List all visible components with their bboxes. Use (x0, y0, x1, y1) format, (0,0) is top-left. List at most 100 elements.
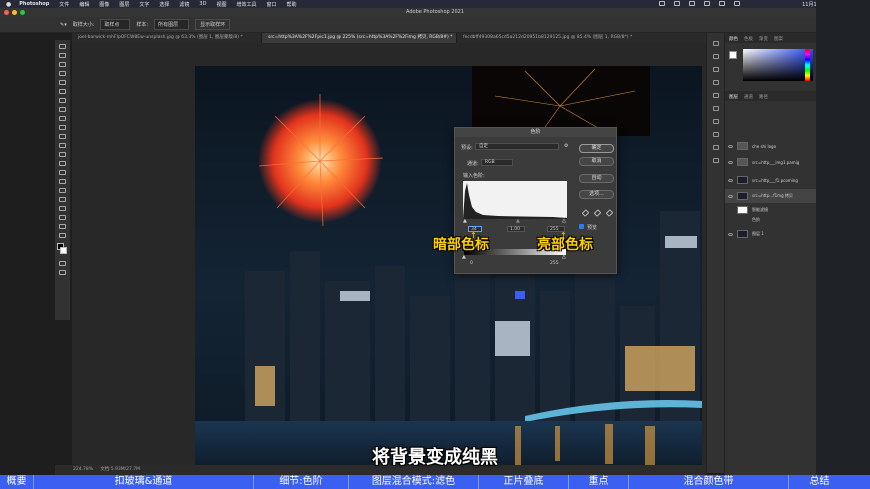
visibility-eye-icon[interactable] (728, 160, 733, 164)
output-black-field[interactable]: 0 (468, 261, 478, 267)
preset-gear-icon[interactable]: ⚙ (564, 143, 568, 149)
quick-mask-icon[interactable] (59, 261, 66, 266)
menu-window[interactable]: 窗口 (266, 1, 276, 8)
menu-layer[interactable]: 图层 (119, 1, 129, 8)
apple-icon[interactable]: ● (6, 1, 11, 8)
marquee-tool-icon[interactable] (59, 53, 66, 58)
layer-row[interactable]: che shi logo (725, 139, 817, 153)
panel-icon[interactable] (712, 41, 719, 46)
pen-tool-icon[interactable] (59, 179, 66, 184)
auto-button[interactable]: 自动 (579, 174, 614, 183)
healing-tool-icon[interactable] (59, 107, 66, 112)
visibility-eye-icon[interactable] (728, 178, 733, 182)
lasso-tool-icon[interactable] (59, 62, 66, 67)
battery-icon[interactable] (704, 1, 710, 6)
tray-icon[interactable] (689, 1, 695, 6)
quick-select-tool-icon[interactable] (59, 71, 66, 76)
gamma-input-slider-icon[interactable]: ▲ (516, 218, 520, 224)
crop-tool-icon[interactable] (59, 80, 66, 85)
output-white-field[interactable]: 255 (548, 261, 566, 267)
white-input-slider-icon[interactable]: △ (562, 218, 566, 224)
options-button[interactable]: 选项... (579, 190, 614, 199)
dodge-tool-icon[interactable] (59, 170, 66, 175)
filter-row[interactable]: 色阶 (725, 213, 817, 227)
tab-gradients[interactable]: 渐变 (759, 36, 768, 42)
tab-color[interactable]: 颜色 (729, 36, 738, 42)
document-canvas-image[interactable] (195, 66, 702, 470)
tray-icon[interactable] (674, 1, 680, 6)
sample-select[interactable]: 所有图层 (154, 19, 190, 30)
menu-filter[interactable]: 滤镜 (179, 1, 189, 8)
color-swatches[interactable] (55, 243, 70, 257)
chapter-item[interactable]: 扣玻璃&通道 (34, 475, 254, 489)
tab-patterns[interactable]: 图案 (774, 36, 783, 42)
preset-select[interactable]: 自定 (475, 143, 559, 150)
panel-icon[interactable] (712, 67, 719, 72)
chapter-item[interactable]: 正片叠底 (479, 475, 569, 489)
layer-row[interactable]: src=http___img1.pamig (725, 155, 817, 169)
black-eyedropper-icon[interactable] (581, 209, 590, 217)
hue-slider[interactable] (805, 49, 810, 81)
panel-icon[interactable] (712, 106, 719, 111)
blur-tool-icon[interactable] (59, 161, 66, 166)
layer-row[interactable]: src=http___f1.pcoming (725, 173, 817, 187)
menu-photoshop[interactable]: Photoshop (19, 1, 49, 7)
hand-tool-icon[interactable] (59, 215, 66, 220)
white-eyedropper-icon[interactable] (605, 209, 614, 217)
chapter-item[interactable]: 混合颜色带 (629, 475, 789, 489)
history-brush-icon[interactable] (59, 134, 66, 139)
move-tool-icon[interactable] (59, 44, 66, 49)
menu-image[interactable]: 图像 (99, 1, 109, 8)
chapter-item[interactable]: 总结 (789, 475, 850, 489)
tab-swatches[interactable]: 色板 (744, 36, 753, 42)
panel-icon[interactable] (712, 145, 719, 150)
channel-select[interactable]: RGB (481, 159, 513, 166)
eyedropper-icon[interactable]: ✎▾ (60, 22, 67, 28)
chapter-item[interactable]: 细节:色阶 (254, 475, 349, 489)
preview-checkbox[interactable] (579, 224, 584, 229)
gray-eyedropper-icon[interactable] (593, 209, 602, 217)
shape-tool-icon[interactable] (59, 206, 66, 211)
panel-icon[interactable] (712, 158, 719, 163)
cancel-button[interactable]: 取消 (579, 157, 614, 166)
chapter-item[interactable]: 概要 (0, 475, 34, 489)
sample-size-select[interactable]: 取样点 (100, 19, 131, 30)
search-icon[interactable] (734, 1, 740, 6)
tab-paths[interactable]: 路径 (759, 94, 768, 100)
tab-layers[interactable]: 图层 (729, 94, 738, 100)
panel-icon[interactable] (712, 54, 719, 59)
screen-mode-icon[interactable] (59, 270, 66, 275)
background-color-swatch[interactable] (60, 247, 67, 254)
input-gamma-field[interactable]: 1.00 (507, 226, 525, 232)
color-picker-field[interactable] (743, 49, 813, 81)
more-tools-icon[interactable] (59, 233, 66, 238)
black-input-slider-icon[interactable]: ▲ (463, 218, 467, 224)
eyedropper-tool-icon[interactable] (59, 98, 66, 103)
tab-channels[interactable]: 通道 (744, 94, 753, 100)
close-icon[interactable] (4, 10, 9, 15)
document-tab[interactable]: fecdbff49308a65cd5a212d20951b8129125.jpg… (457, 33, 720, 43)
path-select-tool-icon[interactable] (59, 197, 66, 202)
gradient-tool-icon[interactable] (59, 152, 66, 157)
document-tab[interactable]: joel-barwick-mhFlpOFCW8Ew-unsplash.jpg @… (72, 33, 262, 43)
tray-icon[interactable] (659, 1, 665, 6)
panel-icon[interactable] (712, 93, 719, 98)
minimize-icon[interactable] (12, 10, 17, 15)
panel-icon[interactable] (712, 80, 719, 85)
menu-type[interactable]: 文字 (139, 1, 149, 8)
black-output-slider-icon[interactable]: ▲ (462, 254, 466, 260)
panel-icon[interactable] (712, 132, 719, 137)
document-tab-active[interactable]: src=http%3A%2F%2Fpic1.jpg @ 225% (src=ht… (262, 33, 457, 43)
chapter-item[interactable]: 图层混合模式:滤色 (349, 475, 479, 489)
menu-help[interactable]: 帮助 (286, 1, 296, 8)
white-output-slider-icon[interactable]: △ (562, 254, 566, 260)
zoom-tool-icon[interactable] (59, 224, 66, 229)
menu-edit[interactable]: 编辑 (79, 1, 89, 8)
type-tool-icon[interactable] (59, 188, 66, 193)
foreground-color-swatch[interactable] (729, 51, 737, 59)
wifi-icon[interactable] (719, 1, 725, 6)
maximize-icon[interactable] (20, 10, 25, 15)
layer-row-selected[interactable]: src=http...f1mg 拷贝 (725, 189, 817, 203)
layer-row[interactable]: 图层 1 (725, 227, 817, 241)
menu-file[interactable]: 文件 (59, 1, 69, 8)
